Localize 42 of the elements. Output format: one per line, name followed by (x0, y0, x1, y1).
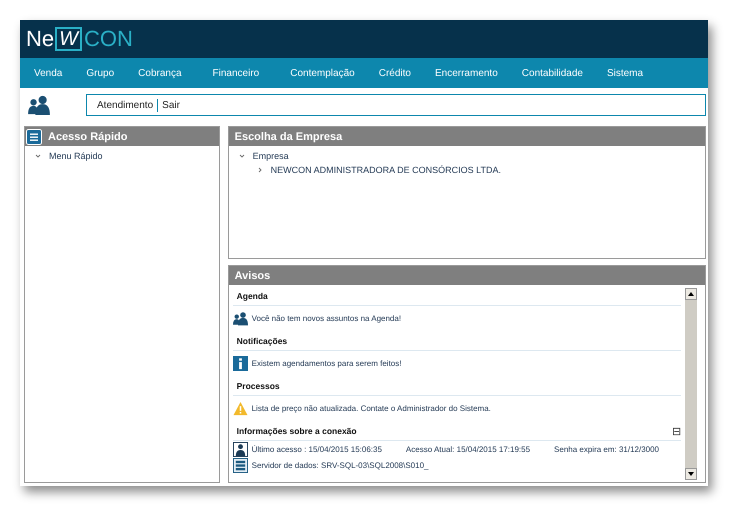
tree-item[interactable]: Menu Rápido (49, 151, 103, 161)
menu-item[interactable]: Sistema (606, 68, 644, 78)
notice-text: Existem agendamentos para serem feitos! (252, 358, 402, 368)
notice-text: Acesso Atual: 15/04/2015 17:19:55 (406, 444, 530, 454)
panel-title: Avisos (234, 270, 270, 282)
section-heading: Processos (236, 381, 280, 391)
menu-item[interactable]: Cobrança (138, 68, 182, 78)
menu-item[interactable]: Contemplação (290, 68, 355, 78)
chevron-icon[interactable] (35, 153, 41, 159)
section-heading: Agenda (236, 291, 268, 301)
tree-item[interactable]: NEWCON ADMINISTRADORA DE CONSÓRCIOS LTDA. (270, 165, 501, 175)
notice-text: Lista de preço não atualizada. Contate o Administrador do Sistema. (252, 404, 491, 412)
users-icon (232, 310, 248, 326)
panel-title: Acesso Rápido (48, 130, 128, 142)
logo: Ne W CON (26, 26, 133, 52)
notice-text: Você não tem novos assuntos na Agenda! (252, 314, 402, 322)
user-icon (232, 442, 248, 456)
collapse-toggle[interactable]: ⊟ (672, 424, 681, 438)
menu-item[interactable]: Crédito (378, 68, 411, 78)
toolbar-link[interactable]: Sair (162, 100, 180, 110)
menu-item[interactable]: Financeiro (212, 68, 260, 78)
users-icon[interactable] (28, 95, 50, 115)
menu-item[interactable]: Venda (34, 68, 62, 78)
warning-icon (232, 400, 248, 416)
tree-item[interactable]: Empresa (252, 151, 289, 161)
menu-item[interactable]: Contabilidade (522, 68, 583, 78)
menu-item[interactable]: Encerramento (434, 68, 498, 78)
scroll-up-icon[interactable] (685, 288, 697, 300)
chevron-icon[interactable] (256, 167, 263, 173)
section-heading: Informações sobre a conexão (236, 426, 357, 436)
section-heading: Notificações (236, 336, 288, 346)
chevron-icon[interactable] (238, 153, 245, 159)
scrollbar[interactable] (685, 288, 697, 480)
info-icon (232, 356, 248, 370)
notice-text: Servidor de dados: SRV-SQL-03\SQL2008\S010_ (252, 460, 428, 470)
panel-title: Escolha da Empresa (234, 130, 342, 142)
menu-item[interactable]: Grupo (86, 68, 114, 78)
database-icon (232, 458, 248, 472)
scroll-down-icon[interactable] (685, 468, 697, 480)
notice-text: Último acesso : 15/04/2015 15:06:35 (252, 444, 382, 454)
notice-text: Senha expira em: 31/12/3000 (554, 444, 659, 454)
toolbar-link[interactable]: Atendimento (97, 100, 154, 110)
